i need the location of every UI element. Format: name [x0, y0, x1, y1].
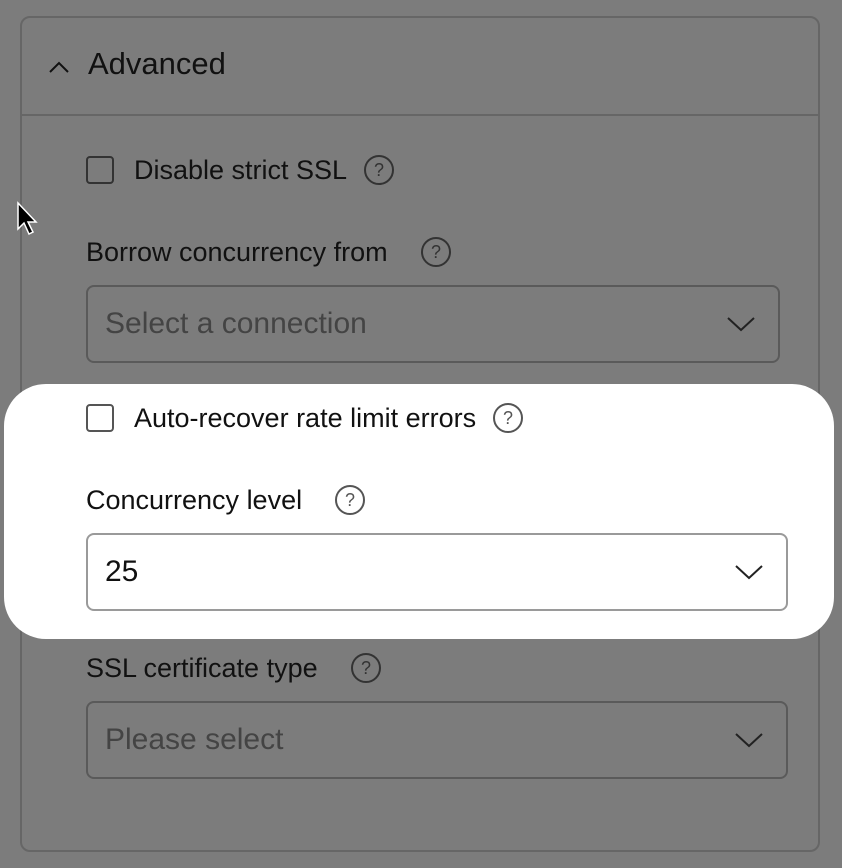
- ssl-cert-label-row: SSL certificate type ?: [86, 652, 382, 684]
- chevron-down-icon: [727, 317, 755, 332]
- ssl-cert-label: SSL certificate type: [86, 652, 318, 683]
- mouse-pointer-icon: [17, 201, 38, 236]
- borrow-select-placeholder: Select a connection: [105, 307, 367, 340]
- panel-title: Advanced: [88, 46, 226, 81]
- auto-recover-row: Auto-recover rate limit errors ?: [86, 402, 524, 434]
- ssl-cert-placeholder: Please select: [105, 723, 284, 756]
- borrow-select[interactable]: Select a connection: [86, 285, 780, 363]
- svg-text:?: ?: [345, 490, 355, 510]
- borrow-label: Borrow concurrency from: [86, 236, 388, 267]
- panel-header[interactable]: Advanced: [22, 18, 818, 116]
- borrow-label-row: Borrow concurrency from ?: [86, 236, 452, 268]
- auto-recover-checkbox[interactable]: [86, 404, 114, 432]
- help-icon[interactable]: ?: [350, 652, 382, 684]
- concurrency-label-row: Concurrency level ?: [86, 484, 366, 516]
- concurrency-select[interactable]: 25: [86, 533, 788, 611]
- auto-recover-label: Auto-recover rate limit errors: [134, 402, 477, 433]
- svg-text:?: ?: [361, 658, 371, 678]
- concurrency-label: Concurrency level: [86, 484, 303, 515]
- chevron-up-icon[interactable]: [48, 56, 70, 78]
- concurrency-value: 25: [105, 555, 139, 588]
- disable-ssl-label: Disable strict SSL: [134, 154, 348, 185]
- help-icon[interactable]: ?: [420, 236, 452, 268]
- svg-text:?: ?: [503, 408, 513, 428]
- help-icon[interactable]: ?: [334, 484, 366, 516]
- ssl-cert-select[interactable]: Please select: [86, 701, 788, 779]
- svg-text:?: ?: [431, 242, 441, 262]
- disable-ssl-checkbox[interactable]: [86, 156, 114, 184]
- chevron-down-icon: [735, 565, 763, 580]
- help-icon[interactable]: ?: [363, 154, 395, 186]
- page: Advanced Disable strict SSL ? Borrow con…: [0, 0, 842, 868]
- svg-text:?: ?: [374, 160, 384, 180]
- help-icon[interactable]: ?: [492, 402, 524, 434]
- disable-ssl-row: Disable strict SSL ?: [86, 154, 395, 186]
- chevron-down-icon: [735, 733, 763, 748]
